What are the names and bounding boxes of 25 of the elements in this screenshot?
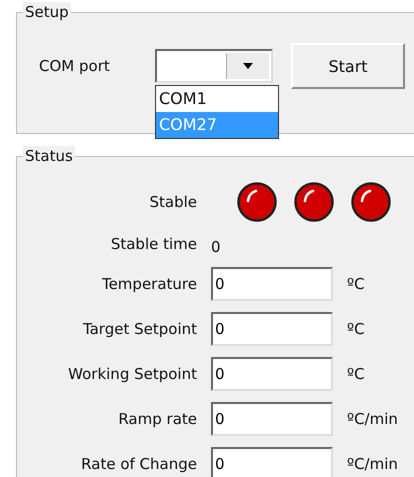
com-port-dropdown[interactable] <box>155 49 273 83</box>
value-field[interactable]: 0 <box>211 446 333 477</box>
stable-time-label: Stable time <box>110 235 197 253</box>
dropdown-arrow-button[interactable] <box>226 53 269 79</box>
field-label: Rate of Change <box>80 454 197 472</box>
com-port-label: COM port <box>39 57 111 75</box>
group-title: Setup <box>23 2 71 22</box>
unit-label: ºC <box>347 320 365 338</box>
caret-icon <box>243 63 253 69</box>
field-label: Temperature <box>100 274 197 292</box>
start-button[interactable]: Start <box>291 43 405 89</box>
field-label: Ramp rate <box>117 410 197 428</box>
unit-label: ºC/min <box>347 410 398 428</box>
field-label: Target Setpoint <box>82 320 197 338</box>
stable-label: Stable <box>148 193 197 211</box>
stable-time-value: 0 <box>211 238 221 256</box>
value-field[interactable]: 0 <box>211 402 333 436</box>
field-label: Working Setpoint <box>67 364 197 382</box>
dropdown-option[interactable]: COM1 <box>156 86 278 112</box>
unit-label: ºC/min <box>347 454 398 472</box>
value-field[interactable]: 0 <box>211 266 333 300</box>
value-field[interactable]: 0 <box>211 356 333 390</box>
unit-label: ºC <box>347 274 365 292</box>
value-field[interactable]: 0 <box>211 312 333 346</box>
unit-label: ºC <box>347 364 365 382</box>
